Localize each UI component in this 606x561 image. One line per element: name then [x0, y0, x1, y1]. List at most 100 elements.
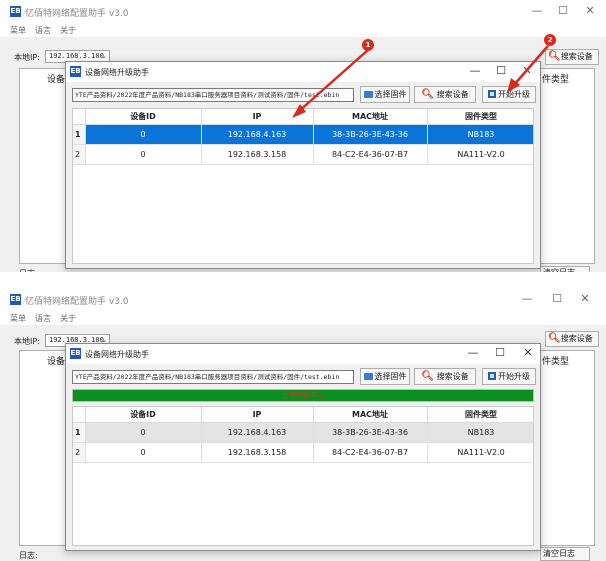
app-title: 亿佰特网络配置助手 v3.0: [25, 9, 129, 19]
annotation-badge-1: 1: [362, 39, 374, 51]
upgrade-dialog: EB 设备网络升级助手 — ☐ ✕ YTE产品资料/2022年度产品资料/NB1…: [65, 61, 541, 269]
cell-firmware-type: NB183: [427, 422, 533, 443]
app-logo-icon: EB: [10, 6, 21, 17]
clear-log-button[interactable]: 清空日志: [540, 547, 590, 561]
menu-item-language[interactable]: 语言: [35, 25, 51, 36]
dialog-maximize-icon[interactable]: ☐: [494, 64, 508, 77]
dialog-close-icon[interactable]: ✕: [520, 64, 534, 77]
column-header-mac[interactable]: MAC地址: [313, 109, 428, 125]
upgrade-progress-bar: 正在升级中...: [72, 389, 534, 402]
local-ip-label: 本地IP:: [14, 337, 40, 346]
main-titlebar: EB 亿佰特网络配置助手 v3.0 — ☐ ✕: [0, 288, 606, 312]
row-number: 1: [73, 124, 86, 145]
start-upgrade-label: 开始升级: [498, 372, 530, 381]
local-ip-value: 192.168.3.100: [49, 52, 104, 60]
cell-firmware-type: NA111-V2.0: [427, 442, 533, 463]
dialog-maximize-icon[interactable]: ☐: [493, 346, 507, 359]
cell-ip: 192.168.4.163: [201, 422, 314, 443]
dialog-search-label: 搜索设备: [436, 372, 469, 381]
row-number: 2: [73, 442, 86, 463]
column-header-ip[interactable]: IP: [201, 407, 314, 423]
cell-device-id: 0: [85, 144, 202, 165]
main-search-button[interactable]: 🔍︎搜索设备: [545, 49, 599, 65]
dialog-minimize-icon[interactable]: —: [466, 346, 480, 359]
column-header-firmware-type[interactable]: 固件类型: [427, 407, 533, 423]
cell-device-id: 0: [85, 124, 202, 145]
bg-column-device: 设备: [47, 75, 66, 85]
screenshot-during-upgrade: EB 亿佰特网络配置助手 v3.0 — ☐ ✕ 菜单 语言 关于 本地IP: 1…: [0, 288, 606, 561]
main-search-label: 搜索设备: [560, 52, 593, 61]
search-icon: 🔍︎: [421, 89, 435, 100]
annotation-badge-2: 2: [544, 34, 556, 46]
column-header-mac[interactable]: MAC地址: [313, 407, 428, 423]
search-icon: 🔍︎: [548, 333, 561, 344]
dialog-search-button[interactable]: 🔍︎ 搜索设备: [414, 86, 476, 103]
dialog-logo-icon: EB: [70, 66, 81, 77]
table-row[interactable]: 1 0 192.168.4.163 38-3B-26-3E-43-36 NB18…: [73, 124, 533, 145]
cell-ip: 192.168.3.158: [201, 442, 314, 463]
dialog-titlebar: EB 设备网络升级助手 — ☐ ✕: [66, 344, 540, 364]
column-header-firmware-type[interactable]: 固件类型: [427, 109, 533, 125]
firmware-path-input[interactable]: YTE产品资料/2022年度产品资料/NB183串口服务器项目资料/测试资料/固…: [72, 370, 354, 384]
dialog-search-button[interactable]: 🔍︎ 搜索设备: [414, 368, 476, 385]
start-upgrade-button[interactable]: 开始升级: [482, 86, 536, 103]
dialog-titlebar: EB 设备网络升级助手 — ☐ ✕: [66, 62, 540, 82]
table-header-corner: [73, 109, 86, 125]
main-search-label: 搜索设备: [560, 334, 593, 343]
dialog-search-label: 搜索设备: [436, 90, 469, 99]
select-firmware-label: 选择固件: [374, 90, 407, 99]
close-icon[interactable]: ✕: [578, 292, 592, 305]
device-table: 设备ID IP MAC地址 固件类型 1 0 192.168.4.163 38-…: [72, 108, 534, 264]
firmware-path-input[interactable]: YTE产品资料/2022年度产品资料/NB183串口服务器项目资料/测试资料/固…: [72, 88, 354, 102]
dialog-title: 设备网络升级助手: [85, 350, 149, 359]
progress-text: 正在升级中...: [282, 391, 324, 399]
row-number: 2: [73, 144, 86, 165]
menubar: 菜单 语言 关于: [0, 312, 606, 325]
search-icon: 🔍︎: [548, 51, 561, 62]
menu-item-language[interactable]: 语言: [35, 313, 51, 324]
folder-icon: [363, 373, 373, 380]
menu-item-about[interactable]: 关于: [60, 25, 76, 36]
column-header-device-id[interactable]: 设备ID: [85, 109, 202, 125]
cell-firmware-type: NB183: [427, 124, 533, 145]
select-firmware-button[interactable]: 选择固件: [360, 368, 410, 385]
column-header-device-id[interactable]: 设备ID: [85, 407, 202, 423]
upgrade-dialog: EB 设备网络升级助手 — ☐ ✕ YTE产品资料/2022年度产品资料/NB1…: [65, 343, 541, 551]
app-logo-icon: EB: [10, 294, 21, 305]
table-row[interactable]: 2 0 192.168.3.158 84-C2-E4-36-07-B7 NA11…: [73, 144, 533, 165]
menu-item-menu[interactable]: 菜单: [10, 25, 26, 36]
row-number: 1: [73, 422, 86, 443]
menu-item-about[interactable]: 关于: [60, 313, 76, 324]
column-header-ip[interactable]: IP: [201, 109, 314, 125]
maximize-icon[interactable]: ☐: [556, 4, 570, 17]
table-row[interactable]: 2 0 192.168.3.158 84-C2-E4-36-07-B7 NA11…: [73, 442, 533, 463]
main-titlebar: EB 亿佰特网络配置助手 v3.0 — ☐ ✕: [0, 0, 606, 24]
cell-mac: 38-3B-26-3E-43-36: [313, 422, 428, 443]
upgrade-icon: [488, 90, 496, 98]
close-icon[interactable]: ✕: [583, 4, 597, 17]
table-header-row: 设备ID IP MAC地址 固件类型: [73, 109, 533, 125]
screenshot-before-upgrade: EB 亿佰特网络配置助手 v3.0 — ☐ ✕ 菜单 语言 关于 本地IP: 1…: [0, 0, 606, 272]
cell-mac: 38-3B-26-3E-43-36: [313, 124, 428, 145]
cell-mac: 84-C2-E4-36-07-B7: [313, 144, 428, 165]
minimize-icon[interactable]: —: [530, 4, 544, 17]
maximize-icon[interactable]: ☐: [550, 292, 564, 305]
start-upgrade-button[interactable]: 开始升级: [482, 368, 536, 385]
cell-ip: 192.168.3.158: [201, 144, 314, 165]
bg-column-type: 件类型: [542, 357, 570, 367]
select-firmware-button[interactable]: 选择固件: [360, 86, 410, 103]
app-title: 亿佰特网络配置助手 v3.0: [25, 297, 129, 307]
main-search-button[interactable]: 🔍︎搜索设备: [545, 331, 599, 347]
device-table: 设备ID IP MAC地址 固件类型 1 0 192.168.4.163 38-…: [72, 406, 534, 546]
cell-firmware-type: NA111-V2.0: [427, 144, 533, 165]
menu-item-menu[interactable]: 菜单: [10, 313, 26, 324]
cell-device-id: 0: [85, 442, 202, 463]
log-label: 日志:: [19, 551, 38, 560]
minimize-icon[interactable]: —: [520, 292, 534, 305]
dialog-minimize-icon[interactable]: —: [468, 64, 482, 77]
table-row[interactable]: 1 0 192.168.4.163 38-3B-26-3E-43-36 NB18…: [73, 422, 533, 443]
select-firmware-label: 选择固件: [374, 372, 407, 381]
dialog-logo-icon: EB: [70, 348, 81, 359]
dialog-close-icon[interactable]: ✕: [521, 346, 535, 359]
folder-icon: [363, 91, 373, 98]
